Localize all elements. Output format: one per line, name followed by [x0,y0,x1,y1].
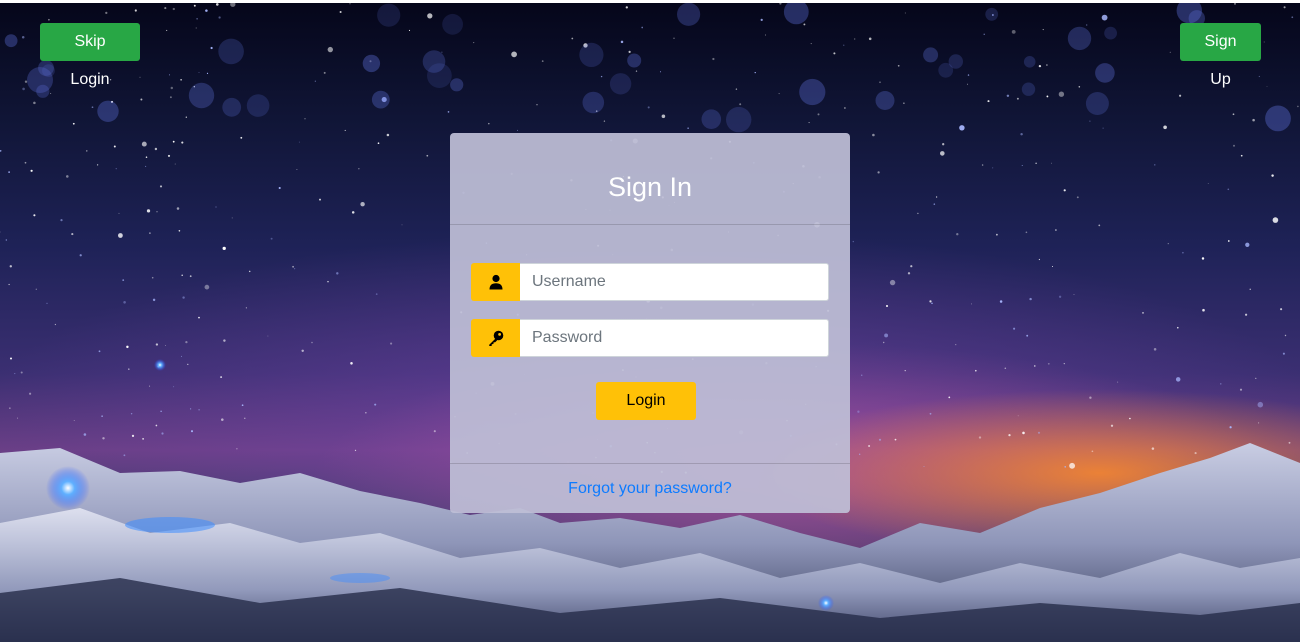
username-input[interactable] [520,263,829,301]
card-header: Sign In [450,133,850,225]
password-input-group [471,319,829,357]
card-footer: Forgot your password? [450,463,850,513]
sign-in-title: Sign In [607,172,693,202]
key-icon [471,319,520,357]
password-input[interactable] [520,319,829,357]
username-input-group [471,263,829,301]
forgot-password-link[interactable]: Forgot your password? [568,480,732,498]
login-button[interactable]: Login [596,382,696,420]
sign-in-card: Sign In Login Forgot yo [450,133,850,513]
login-page: Skip Login Sign Up Sign In Username Logi… [0,0,1300,642]
user-icon [471,263,520,301]
sign-up-button[interactable]: Sign Up [1180,23,1261,88]
skip-login-button[interactable]: Skip Login [40,23,140,88]
